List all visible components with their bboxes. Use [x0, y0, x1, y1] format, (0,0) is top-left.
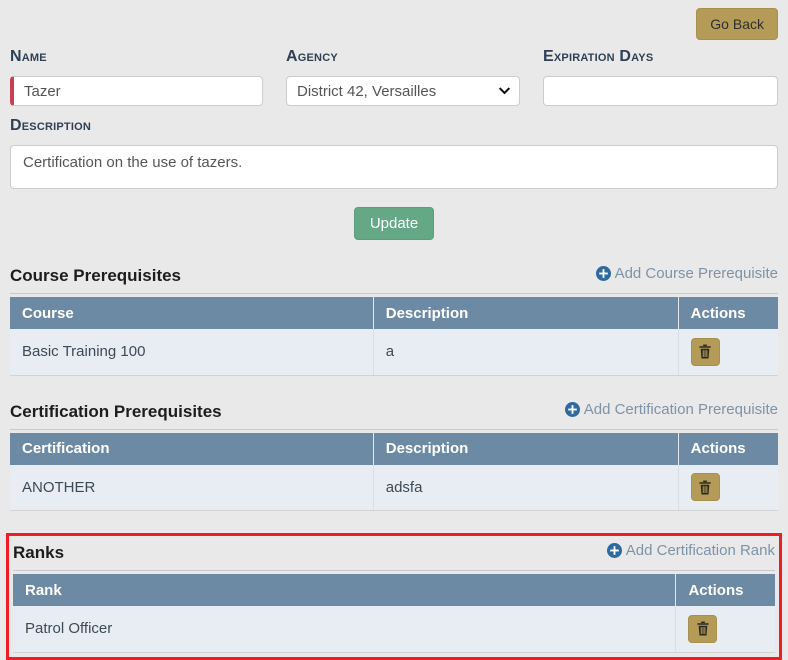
expiration-days-label: Expiration Days — [543, 48, 778, 66]
update-button[interactable]: Update — [354, 207, 434, 240]
certification-cell: ANOTHER — [10, 465, 373, 511]
description-cell: adsfa — [373, 465, 678, 511]
certification-prerequisites-table: Certification Description Actions ANOTHE… — [10, 433, 778, 512]
expiration-days-input[interactable] — [543, 76, 778, 106]
trash-icon — [696, 621, 710, 636]
delete-certification-prerequisite-button[interactable] — [691, 473, 720, 501]
table-header-row: Certification Description Actions — [10, 433, 778, 465]
course-prerequisites-table: Course Description Actions Basic Trainin… — [10, 297, 778, 376]
ranks-table: Rank Actions Patrol Officer — [13, 574, 775, 653]
trash-icon — [698, 344, 712, 359]
add-course-prerequisite-link[interactable]: Add Course Prerequisite — [596, 265, 778, 282]
table-header-row: Course Description Actions — [10, 297, 778, 329]
course-prerequisites-title: Course Prerequisites — [10, 266, 181, 286]
update-row: Update — [10, 207, 778, 240]
name-field-group: Name — [10, 48, 263, 106]
form-fields-row: Name Agency District 42, Versailles Expi… — [10, 48, 778, 106]
actions-cell — [678, 329, 778, 375]
column-header-rank: Rank — [13, 574, 676, 606]
certification-prerequisites-section: Certification Prerequisites Add Certific… — [10, 401, 778, 512]
plus-circle-icon — [596, 266, 611, 281]
column-header-certification: Certification — [10, 433, 373, 465]
add-certification-prerequisite-label: Add Certification Prerequisite — [584, 401, 778, 418]
table-header-row: Rank Actions — [13, 574, 775, 606]
description-field-group: Description Certification on the use of … — [10, 117, 778, 189]
description-textarea[interactable]: Certification on the use of tazers. — [10, 145, 778, 189]
name-input[interactable] — [10, 76, 263, 106]
add-course-prerequisite-label: Add Course Prerequisite — [615, 265, 778, 282]
actions-cell — [676, 606, 775, 652]
expiration-days-field-group: Expiration Days — [543, 48, 778, 106]
add-certification-rank-link[interactable]: Add Certification Rank — [607, 542, 775, 559]
course-prerequisites-header: Course Prerequisites Add Course Prerequi… — [10, 265, 778, 294]
table-row: ANOTHER adsfa — [10, 465, 778, 511]
description-cell: a — [373, 329, 678, 375]
plus-circle-icon — [607, 543, 622, 558]
name-label: Name — [10, 48, 263, 66]
description-label: Description — [10, 117, 778, 135]
ranks-highlight-box: Ranks Add Certification Rank Rank — [6, 533, 782, 660]
delete-rank-button[interactable] — [688, 615, 717, 643]
agency-field-group: Agency District 42, Versailles — [286, 48, 520, 106]
agency-select[interactable]: District 42, Versailles — [286, 76, 520, 106]
column-header-description: Description — [373, 297, 678, 329]
add-certification-prerequisite-link[interactable]: Add Certification Prerequisite — [565, 401, 778, 418]
add-certification-rank-label: Add Certification Rank — [626, 542, 775, 559]
delete-course-prerequisite-button[interactable] — [691, 338, 720, 366]
column-header-actions: Actions — [676, 574, 775, 606]
column-header-course: Course — [10, 297, 373, 329]
rank-cell: Patrol Officer — [13, 606, 676, 652]
certification-edit-page: Go Back Name Agency District 42, Versail… — [0, 0, 788, 652]
ranks-section: Ranks Add Certification Rank Rank — [13, 542, 775, 653]
plus-circle-icon — [565, 402, 580, 417]
column-header-description: Description — [373, 433, 678, 465]
ranks-header: Ranks Add Certification Rank — [13, 542, 775, 571]
certification-prerequisites-title: Certification Prerequisites — [10, 402, 222, 422]
column-header-actions: Actions — [678, 433, 778, 465]
course-prerequisites-section: Course Prerequisites Add Course Prerequi… — [10, 265, 778, 376]
actions-cell — [678, 465, 778, 511]
column-header-actions: Actions — [678, 297, 778, 329]
agency-label: Agency — [286, 48, 520, 66]
trash-icon — [698, 480, 712, 495]
table-row: Basic Training 100 a — [10, 329, 778, 375]
certification-prerequisites-header: Certification Prerequisites Add Certific… — [10, 401, 778, 430]
top-bar: Go Back — [10, 8, 778, 40]
course-cell: Basic Training 100 — [10, 329, 373, 375]
ranks-title: Ranks — [13, 543, 64, 563]
go-back-button[interactable]: Go Back — [696, 8, 778, 40]
table-row: Patrol Officer — [13, 606, 775, 652]
